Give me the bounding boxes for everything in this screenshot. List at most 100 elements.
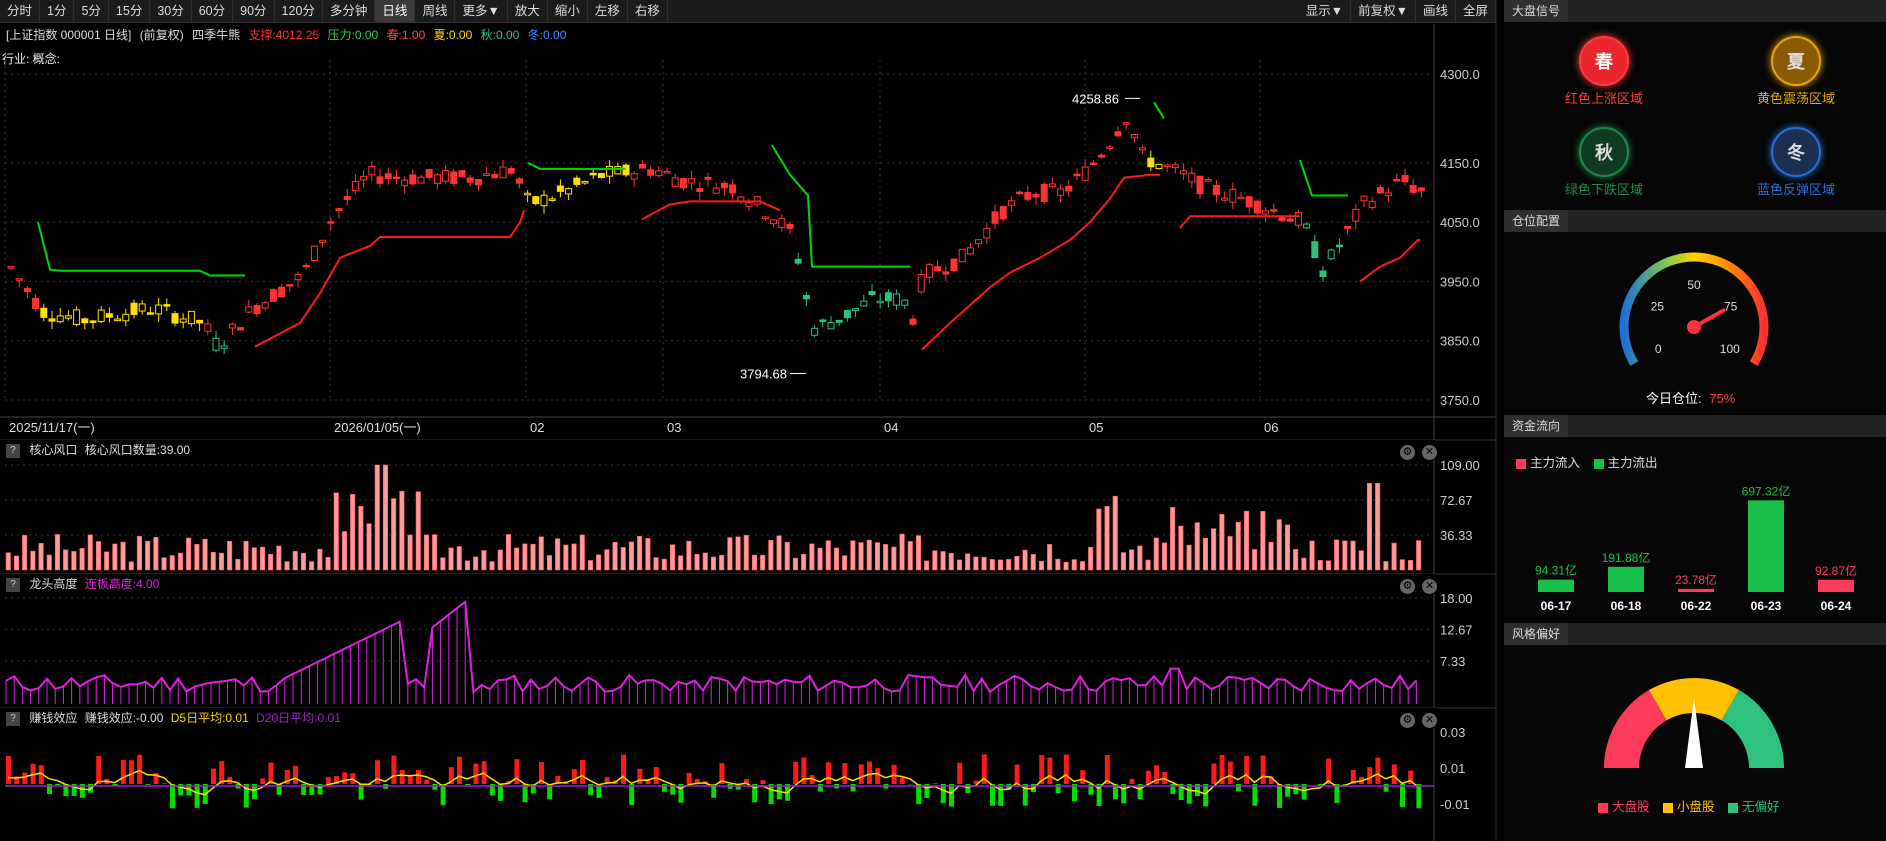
- core-wind-bar: [866, 539, 872, 571]
- candle-body: [327, 221, 335, 224]
- profit-effect-bar: [686, 772, 692, 784]
- candle-body: [81, 318, 89, 324]
- profit-effect-bar: [817, 784, 823, 792]
- core-wind-bar: [1186, 544, 1192, 571]
- core-wind-bar: [981, 556, 987, 571]
- signal-autumn[interactable]: 秋 绿色下跌区域: [1539, 127, 1669, 198]
- gauge-tick-label: 100: [1720, 342, 1740, 356]
- flow-bar: [1818, 579, 1854, 592]
- core-wind-bar: [522, 543, 528, 571]
- profit-effect-bar: [826, 762, 831, 784]
- signal-winter[interactable]: 冬 蓝色反弹区域: [1731, 127, 1861, 198]
- candle-body: [852, 308, 860, 312]
- flow-legend: 主力流入 主力流出: [1516, 452, 1668, 471]
- candle-body: [196, 319, 204, 324]
- flow-date-label: 06-22: [1681, 599, 1712, 613]
- core-wind-bar: [645, 538, 651, 571]
- candle-body: [138, 303, 146, 312]
- profit-effect-bar: [949, 784, 954, 807]
- candle-body: [868, 291, 876, 296]
- pressure-line: [1153, 101, 1165, 119]
- signal-spring[interactable]: 春 红色上涨区域: [1539, 36, 1669, 107]
- help-icon[interactable]: ?: [6, 711, 20, 726]
- price-tick-label: 4150.0: [1440, 156, 1480, 171]
- core-wind-bar: [104, 551, 110, 571]
- profit-effect-bar: [391, 755, 397, 784]
- panel-leader-height: [5, 597, 1434, 704]
- small-cap-label: 小盘股: [1677, 800, 1715, 814]
- close-icon[interactable]: ✕: [1422, 445, 1437, 460]
- gear-icon[interactable]: ⚙: [1400, 445, 1415, 460]
- position-value: 75%: [1709, 391, 1736, 406]
- candle-body: [1040, 184, 1048, 202]
- core-wind-bar: [63, 549, 69, 571]
- candle-body: [1303, 223, 1311, 229]
- profit-effect-bar: [916, 784, 922, 805]
- profit-effect-bar: [899, 777, 905, 784]
- candle-body: [433, 174, 441, 184]
- candle-body: [524, 192, 532, 196]
- core-wind-bar: [604, 549, 610, 571]
- profit-effect-bar: [637, 768, 643, 784]
- profit-effect-bar: [842, 763, 848, 784]
- core-wind-bar: [382, 464, 389, 571]
- close-icon[interactable]: ✕: [1422, 579, 1437, 594]
- profit-effect-bar: [662, 784, 667, 792]
- candle-body: [1098, 154, 1106, 158]
- gear-icon[interactable]: ⚙: [1400, 579, 1415, 594]
- flow-bar: [1748, 500, 1784, 592]
- core-wind-bar: [325, 557, 331, 571]
- style-title: 风格偏好: [1504, 623, 1569, 645]
- panel1-tick-label: 36.33: [1440, 528, 1473, 543]
- candle-body: [999, 206, 1007, 220]
- core-wind-bar: [292, 550, 298, 571]
- core-wind-bar: [1252, 549, 1258, 571]
- gear-icon[interactable]: ⚙: [1400, 713, 1415, 728]
- core-wind-bar: [38, 542, 44, 571]
- candle-body: [737, 196, 745, 202]
- core-wind-bar: [1293, 549, 1299, 571]
- profit-effect-bar: [440, 784, 446, 806]
- core-wind-bar: [702, 552, 708, 571]
- candle-body: [1180, 170, 1188, 175]
- profit-effect-bar: [129, 760, 134, 784]
- profit-effect-bar: [1211, 763, 1217, 784]
- winter-icon: 冬: [1771, 127, 1821, 177]
- large-cap-swatch: [1598, 802, 1608, 813]
- core-wind-bar: [1120, 552, 1126, 571]
- candle-body: [1073, 173, 1081, 177]
- core-wind-bar: [1145, 559, 1151, 571]
- gauge-tick-label: 25: [1651, 299, 1665, 313]
- profit-effect-bar: [194, 784, 200, 808]
- help-icon[interactable]: ?: [6, 577, 20, 592]
- gauge-arc: [1619, 252, 1769, 366]
- candle-body: [212, 337, 220, 351]
- flow-value-label: 94.31亿: [1535, 563, 1577, 578]
- core-wind-bar: [792, 557, 799, 571]
- candle-body: [1163, 164, 1171, 167]
- profit-effect-bar: [1236, 784, 1241, 791]
- help-icon[interactable]: ?: [6, 443, 20, 458]
- candle-body: [671, 177, 679, 187]
- core-wind-bar: [563, 544, 569, 571]
- core-wind-bar: [161, 557, 167, 571]
- core-wind-bar: [686, 540, 692, 571]
- candle-body: [1360, 195, 1368, 202]
- candle-body: [884, 292, 892, 302]
- panel3-d20: D20日平均:0.01: [256, 711, 341, 725]
- signal-spring-label: 红色上涨区域: [1564, 91, 1643, 106]
- candle-body: [1081, 166, 1089, 181]
- inflow-label: 主力流入: [1530, 456, 1581, 470]
- core-wind-bar: [555, 538, 561, 571]
- close-icon[interactable]: ✕: [1422, 713, 1437, 728]
- core-wind-bar: [1407, 560, 1413, 571]
- core-wind-bar: [46, 554, 52, 571]
- profit-effect-bar: [268, 762, 274, 784]
- candle-body: [589, 172, 597, 176]
- profit-effect-bar: [399, 769, 405, 784]
- signal-summer[interactable]: 夏 黄色震荡区域: [1731, 36, 1861, 107]
- candle-body: [155, 304, 163, 315]
- signal-header: 大盘信号: [1504, 0, 1886, 22]
- core-wind-bar: [768, 539, 774, 571]
- outflow-swatch: [1593, 458, 1604, 469]
